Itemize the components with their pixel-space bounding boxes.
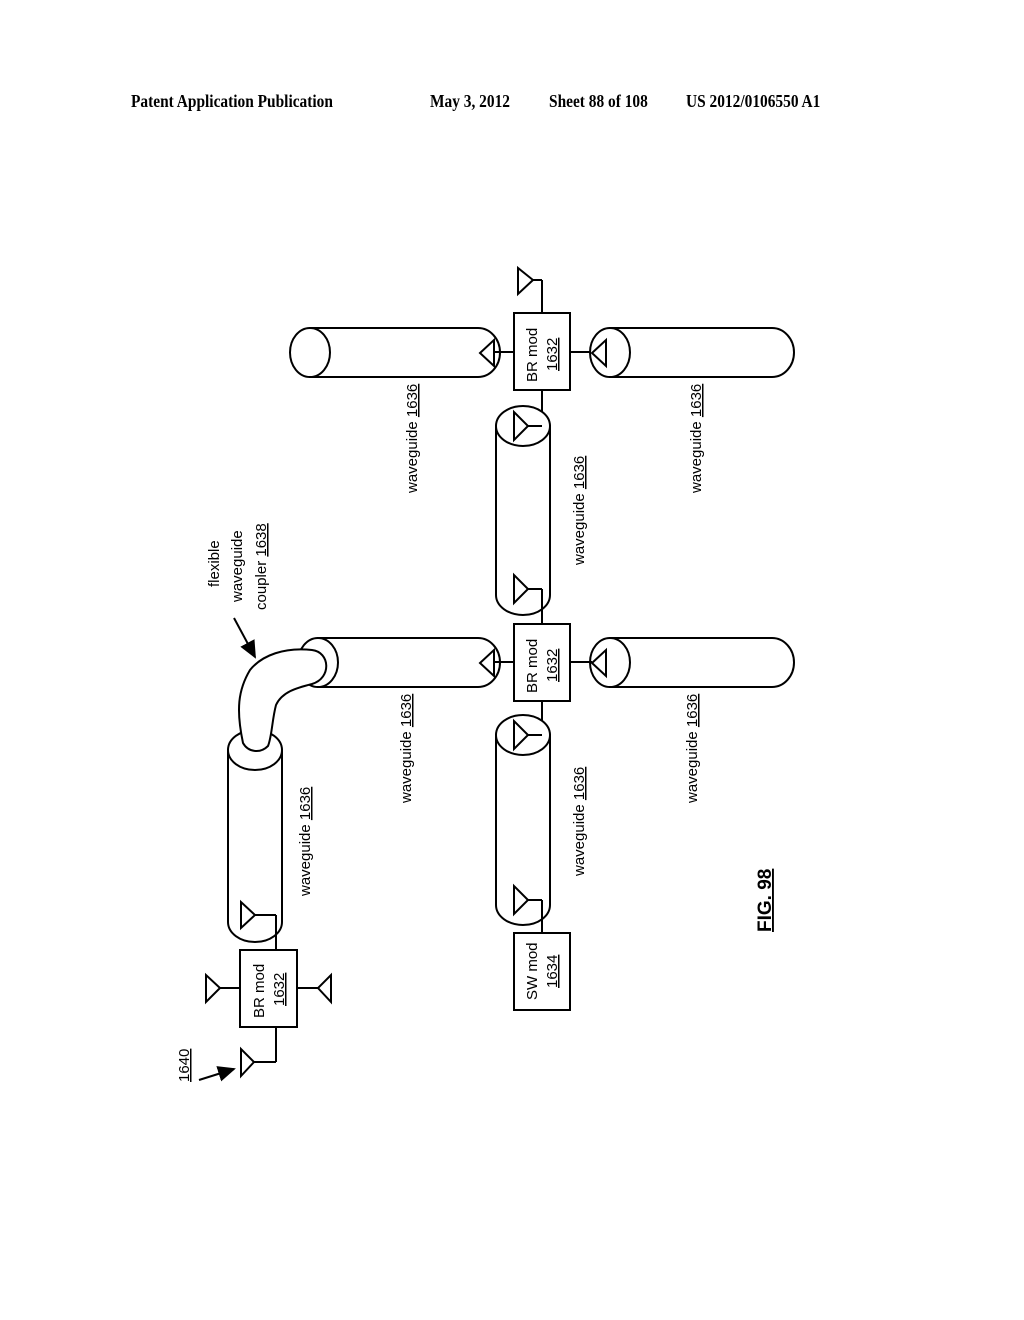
br-mod-label: BR mod [251, 964, 268, 1018]
waveguide-label: waveguide 1636 [398, 694, 415, 804]
waveguide-label: waveguide 1636 [571, 767, 588, 877]
sw-mod-box [513, 932, 571, 1011]
waveguide-label: waveguide 1636 [571, 456, 588, 566]
coupler-label-line2: waveguide [229, 530, 246, 603]
antenna-icon [240, 1046, 256, 1079]
waveguide-label: waveguide 1636 [297, 787, 314, 897]
br-mod-label: BR mod [524, 328, 541, 382]
antenna-icon [316, 972, 332, 1005]
br-mod-left-box [239, 949, 298, 1028]
antenna-icon [517, 265, 535, 297]
waveguide-mid-left [297, 637, 514, 688]
antenna-icon [205, 972, 222, 1005]
br-mod-ref: 1632 [544, 338, 561, 371]
sw-mod-label: SW mod [524, 942, 541, 1000]
waveguide-label: waveguide 1636 [404, 384, 421, 494]
coupler-arrow [233, 617, 256, 659]
coupler-label-line3: coupler 1638 [253, 523, 270, 610]
waveguide-mid-right [570, 637, 795, 688]
system-ref-1640: 1640 [176, 1049, 193, 1082]
waveguide-label: waveguide 1636 [688, 384, 705, 494]
waveguide-label: waveguide 1636 [684, 694, 701, 804]
coupler-label-line1: flexible [206, 540, 223, 587]
waveguide-left-vertical [227, 729, 283, 950]
br-mod-ref: 1632 [271, 973, 288, 1006]
br-mod-ref: 1632 [544, 649, 561, 682]
waveguide-top-right [589, 327, 795, 378]
waveguide-lower-vertical [495, 714, 551, 933]
sw-mod-ref: 1634 [544, 955, 561, 988]
ref-1640-arrow [198, 1066, 236, 1082]
waveguide-middle-vertical [495, 405, 551, 625]
waveguide-top-left [289, 327, 501, 378]
figure-label: FIG. 98 [755, 869, 776, 932]
figure-diagram: BR mod 1632 BR mod 1632 SW mod 1634 BR m… [176, 265, 795, 1082]
br-mod-label: BR mod [524, 639, 541, 693]
